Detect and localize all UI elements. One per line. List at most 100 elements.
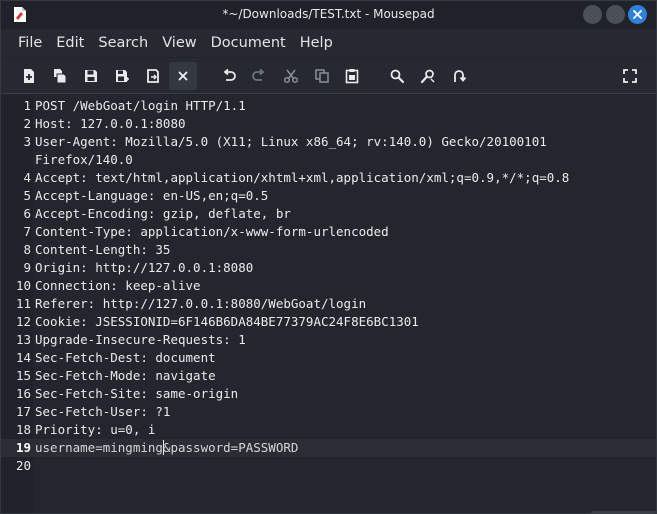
line-number: 12 <box>15 314 31 329</box>
line-text[interactable]: Upgrade-Insecure-Requests: 1 <box>35 331 246 349</box>
line-number: 19 <box>15 440 31 455</box>
line-number: 14 <box>15 350 31 365</box>
editor-line[interactable]: 12 Cookie: JSESSIONID=6F146B6DA84BE77379… <box>1 313 656 331</box>
line-text[interactable]: Priority: u=0, i <box>35 421 155 439</box>
menu-help[interactable]: Help <box>293 35 340 51</box>
menu-file[interactable]: File <box>11 35 49 51</box>
editor-line-current[interactable]: 19 username=mingming&password=PASSWORD <box>1 439 656 457</box>
line-number: 5 <box>23 188 31 203</box>
save-icon <box>85 70 97 82</box>
line-number: 13 <box>15 332 31 347</box>
maximize-button[interactable] <box>606 5 625 24</box>
text-editor[interactable]: 1 POST /WebGoat/login HTTP/1.1 2 Host: 1… <box>1 95 656 513</box>
line-number: 3 <box>23 134 31 149</box>
line-number: 1 <box>23 98 31 113</box>
line-text[interactable]: Cookie: JSESSIONID=6F146B6DA84BE77379AC2… <box>35 313 419 331</box>
cut-button[interactable] <box>277 62 305 90</box>
line-text[interactable]: Connection: keep-alive <box>35 277 201 295</box>
line-text[interactable]: POST /WebGoat/login HTTP/1.1 <box>35 97 246 115</box>
close-tab-icon <box>178 71 188 81</box>
line-number: 4 <box>23 170 31 185</box>
line-number: 9 <box>23 260 31 275</box>
minimize-button[interactable] <box>583 5 602 24</box>
editor-line[interactable]: 2 Host: 127.0.0.1:8080 <box>1 115 656 133</box>
find-replace-button[interactable] <box>414 62 442 90</box>
editor-line[interactable]: 13 Upgrade-Insecure-Requests: 1 <box>1 331 656 349</box>
line-text[interactable]: Host: 127.0.0.1:8080 <box>35 115 186 133</box>
title-bar[interactable]: *~/Downloads/TEST.txt - Mousepad <box>1 1 656 28</box>
editor-line[interactable]: 14 Sec-Fetch-Dest: document <box>1 349 656 367</box>
menubar: File Edit Search View Document Help <box>1 29 656 57</box>
editor-line[interactable]: 1 POST /WebGoat/login HTTP/1.1 <box>1 97 656 115</box>
editor-line[interactable]: 16 Sec-Fetch-Site: same-origin <box>1 385 656 403</box>
close-window-button[interactable] <box>628 5 647 24</box>
line-number: 2 <box>23 116 31 131</box>
editor-line[interactable]: 5 Accept-Language: en-US,en;q=0.5 <box>1 187 656 205</box>
editor-line[interactable]: 15 Sec-Fetch-Mode: navigate <box>1 367 656 385</box>
reload-button[interactable] <box>139 62 167 90</box>
editor-line[interactable]: 18 Priority: u=0, i <box>1 421 656 439</box>
line-text[interactable]: Content-Type: application/x-www-form-url… <box>35 223 389 241</box>
reload-icon <box>147 69 159 83</box>
line-number: 10 <box>15 278 31 293</box>
cut-icon <box>283 69 299 84</box>
search-icon <box>390 69 405 84</box>
editor-line[interactable]: 3 User-Agent: Mozilla/5.0 (X11; Linux x8… <box>1 133 656 151</box>
line-text[interactable]: Referer: http://127.0.0.1:8080/WebGoat/l… <box>35 295 366 313</box>
editor-line-wrapped[interactable]: Firefox/140.0 <box>1 151 656 169</box>
text-before-caret: username=mingming <box>35 440 163 455</box>
line-number: 7 <box>23 224 31 239</box>
line-text[interactable]: Content-Length: 35 <box>35 241 170 259</box>
editor-line[interactable]: 17 Sec-Fetch-User: ?1 <box>1 403 656 421</box>
paste-button[interactable] <box>338 62 366 90</box>
close-tab-button[interactable] <box>169 62 197 90</box>
window-title: *~/Downloads/TEST.txt - Mousepad <box>222 7 435 21</box>
line-number: 16 <box>15 386 31 401</box>
go-to-line-button[interactable] <box>445 62 473 90</box>
editor-line[interactable]: 8 Content-Length: 35 <box>1 241 656 259</box>
open-document-button[interactable] <box>46 62 74 90</box>
line-text[interactable]: Sec-Fetch-Dest: document <box>35 349 216 367</box>
copy-icon <box>315 69 329 83</box>
line-text[interactable]: Firefox/140.0 <box>35 151 133 169</box>
line-text[interactable]: Sec-Fetch-Mode: navigate <box>35 367 216 385</box>
line-text[interactable]: Accept: text/html,application/xhtml+xml,… <box>35 169 569 187</box>
line-number: 11 <box>15 296 31 311</box>
redo-button[interactable] <box>245 62 273 90</box>
editor-line[interactable]: 20 <box>1 457 656 475</box>
close-icon <box>633 10 642 19</box>
line-text[interactable]: username=mingming&password=PASSWORD <box>35 439 298 457</box>
search-button[interactable] <box>383 62 411 90</box>
line-text[interactable]: User-Agent: Mozilla/5.0 (X11; Linux x86_… <box>35 133 547 151</box>
paste-icon <box>345 69 359 84</box>
redo-icon <box>252 68 265 81</box>
new-document-icon <box>24 69 34 83</box>
line-number: 20 <box>15 458 31 473</box>
editor-line[interactable]: 10 Connection: keep-alive <box>1 277 656 295</box>
line-text[interactable]: Sec-Fetch-User: ?1 <box>35 403 170 421</box>
line-text[interactable]: Origin: http://127.0.0.1:8080 <box>35 259 253 277</box>
copy-button[interactable] <box>308 62 336 90</box>
menu-view[interactable]: View <box>155 35 203 51</box>
editor-line[interactable]: 6 Accept-Encoding: gzip, deflate, br <box>1 205 656 223</box>
line-text[interactable]: Accept-Language: en-US,en;q=0.5 <box>35 187 268 205</box>
new-document-button[interactable] <box>15 62 43 90</box>
text-after-caret: &password=PASSWORD <box>162 440 299 455</box>
editor-line[interactable]: 9 Origin: http://127.0.0.1:8080 <box>1 259 656 277</box>
editor-line[interactable]: 11 Referer: http://127.0.0.1:8080/WebGoa… <box>1 295 656 313</box>
menu-document[interactable]: Document <box>204 35 293 51</box>
fullscreen-button[interactable] <box>616 62 644 90</box>
menu-search[interactable]: Search <box>91 35 155 51</box>
save-button[interactable] <box>77 62 105 90</box>
line-text[interactable]: Accept-Encoding: gzip, deflate, br <box>35 205 291 223</box>
toolbar <box>1 58 656 94</box>
save-as-icon <box>116 70 129 82</box>
save-as-button[interactable] <box>108 62 136 90</box>
go-to-line-icon <box>454 70 467 82</box>
line-text[interactable]: Sec-Fetch-Site: same-origin <box>35 385 238 403</box>
find-replace-icon <box>420 69 435 84</box>
undo-button[interactable] <box>215 62 243 90</box>
menu-edit[interactable]: Edit <box>49 35 91 51</box>
editor-line[interactable]: 7 Content-Type: application/x-www-form-u… <box>1 223 656 241</box>
editor-line[interactable]: 4 Accept: text/html,application/xhtml+xm… <box>1 169 656 187</box>
